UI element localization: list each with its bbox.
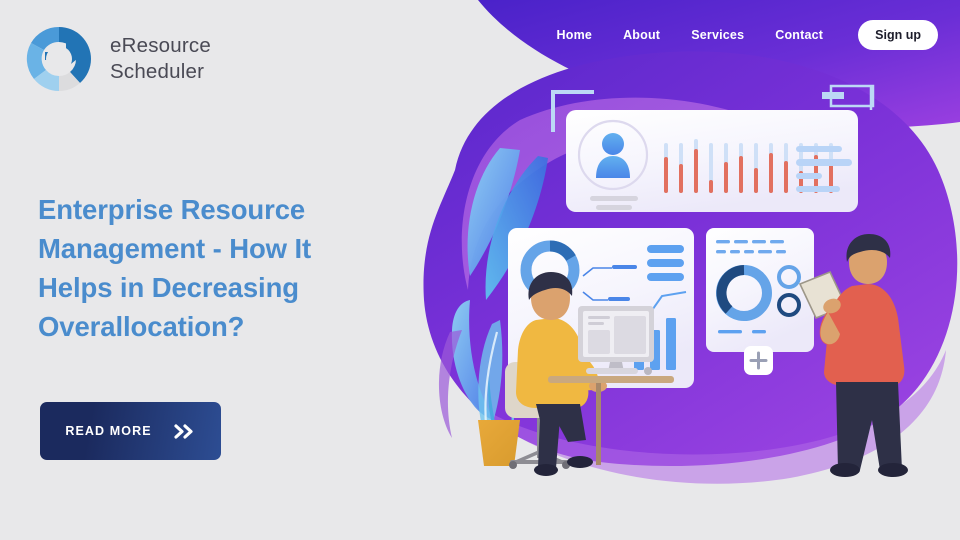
right-dashboard-card: [706, 228, 814, 352]
user-avatar-icon: [602, 133, 624, 155]
nav-item-contact[interactable]: Contact: [775, 28, 823, 42]
brand-name: eResource Scheduler: [110, 33, 211, 83]
hero-copy: Enterprise Resource Management - How It …: [38, 190, 388, 346]
read-more-label: READ MORE: [65, 424, 152, 438]
double-chevron-right-icon: [174, 423, 196, 439]
add-button: [744, 346, 773, 375]
read-more-button[interactable]: READ MORE: [40, 402, 221, 460]
profile-card: [566, 110, 858, 212]
brand-logo[interactable]: eResource Scheduler: [22, 22, 211, 96]
sign-up-button[interactable]: Sign up: [858, 20, 938, 50]
keyboard: [586, 368, 638, 374]
top-navigation: Home About Services Contact Sign up: [557, 20, 938, 50]
page-title: Enterprise Resource Management - How It …: [38, 194, 312, 343]
page-root: eResource Scheduler Home About Services …: [0, 0, 960, 540]
nav-item-services[interactable]: Services: [691, 28, 744, 42]
mouse: [644, 367, 652, 375]
list-bars: [647, 245, 684, 281]
eresource-circular-arrow-logo-icon: [26, 26, 91, 92]
nav-item-home[interactable]: Home: [557, 28, 593, 42]
nav-item-about[interactable]: About: [623, 28, 660, 42]
